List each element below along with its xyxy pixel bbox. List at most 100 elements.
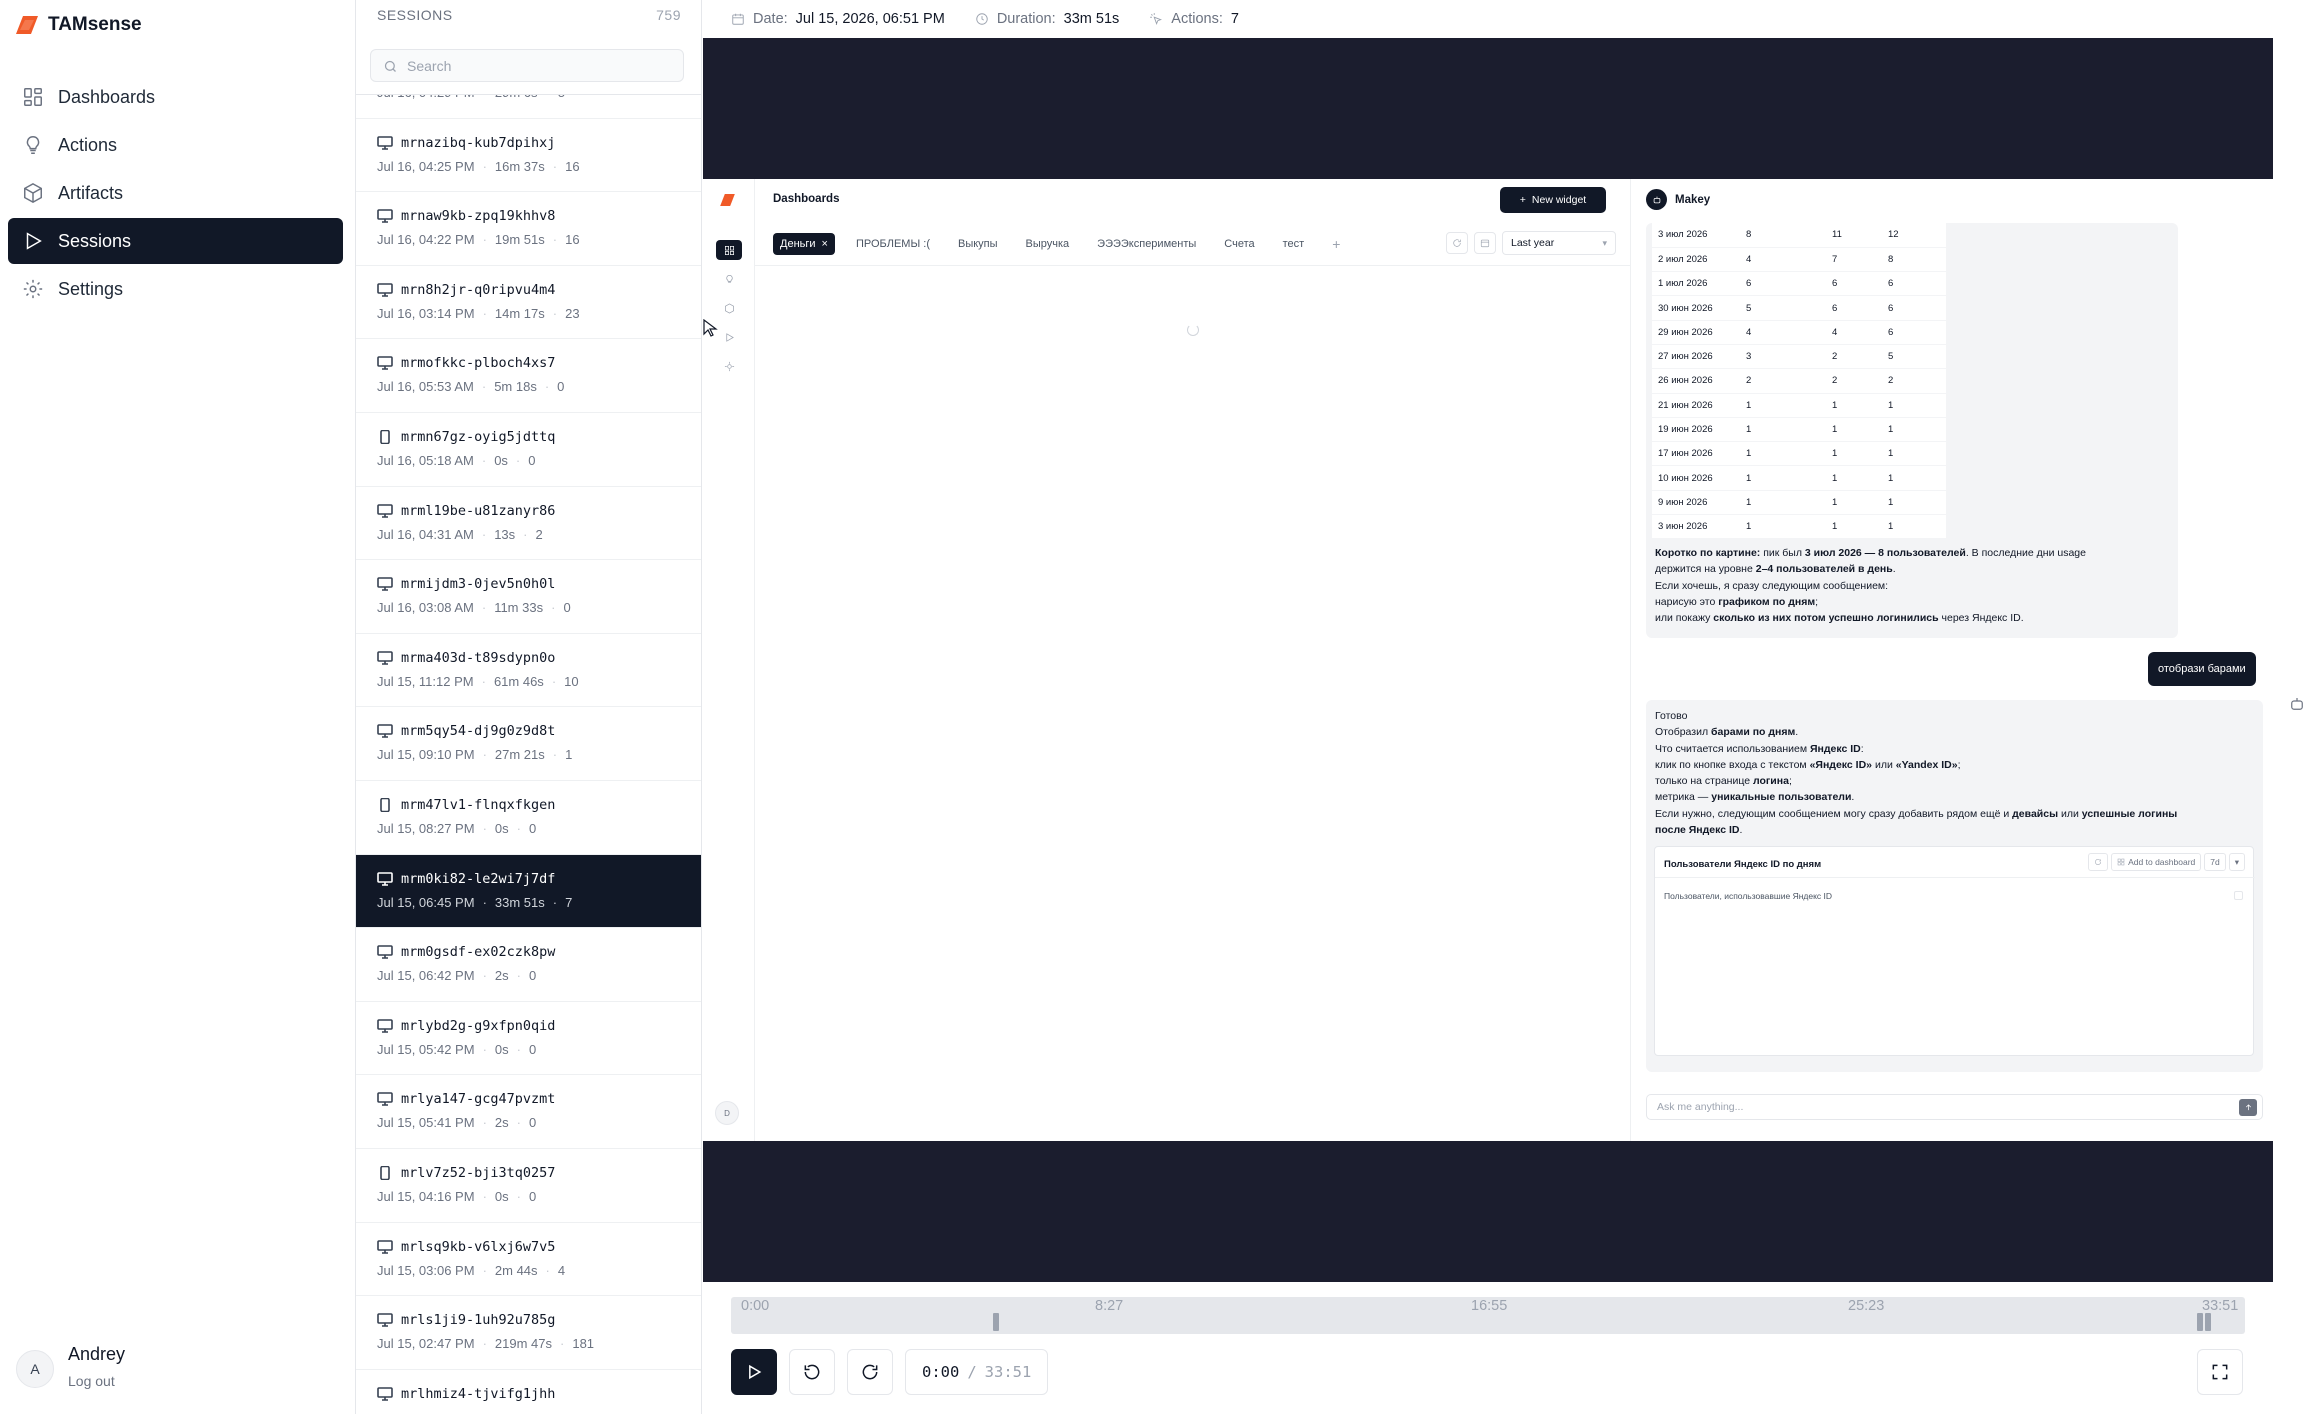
replay-player[interactable]: D Dashboards + New widget Деньги × ПРОБЛЕ… [703,38,2273,1282]
table-spacer [1946,320,2168,345]
session-row[interactable]: mrml19be-u81zanyr86 Jul 16, 04:31 AM · 13s ·… [356,487,701,561]
tab-revenue: Выручка [1025,238,1070,250]
new-widget-label: New widget [1531,194,1587,206]
text: . [1851,791,1855,804]
text: ; [1815,595,1819,608]
play-button[interactable] [731,1349,777,1395]
table-cell: 4 [1740,320,1826,345]
separator-dot: · [481,673,486,689]
session-row[interactable]: mrlhmiz4-tjvifg1jhh [356,1370,701,1414]
action-marker[interactable] [993,1313,999,1331]
text-bold: барами по дням [1711,726,1796,739]
session-row[interactable]: mrlsq9kb-v6lxj6w7v5 Jul 15, 03:06 PM · 2m 4… [356,1223,701,1297]
session-row[interactable]: mrmofkkc-plboch4xs7 Jul 16, 05:53 AM · 5m 1… [356,339,701,413]
sessions-list: Jul 16, 04:29 PM · 29m 6s · 5 mrnazibq-kub7dp… [356,94,701,1414]
rewind-button[interactable] [789,1349,835,1395]
session-meta: Jul 15, 04:16 PM · 0s · 0 [377,1189,682,1204]
fullscreen-button[interactable] [2197,1349,2243,1395]
table-row: 9 июн 2026 1 1 1 [1652,490,2168,516]
session-id-text: mrlya147-gcg47pvzmt [401,1091,556,1108]
timeline-scrubber[interactable]: 0:00 8:27 16:55 25:23 33:51 [731,1297,2245,1334]
session-meta: Jul 15, 06:45 PM · 33m 51s · 7 [377,895,682,910]
chat-input: Ask me anything... [1646,1094,2263,1120]
text-bold: успешные логины [2081,807,2178,820]
session-date: Jul 16, 04:31 AM [377,526,474,542]
table-cell: 1 [1826,417,1882,443]
table-cell: 12 [1882,223,1946,248]
session-date: Jul 15, 06:45 PM [377,894,475,910]
search-input[interactable] [407,57,683,74]
session-id: mrnaw9kb-zpq19khhv8 [377,206,682,226]
avatar: D [715,1101,739,1125]
reply-line: Если нужно, следующим сообщением могу ср… [1655,806,2177,822]
lightbulb-icon [26,136,40,154]
session-row[interactable]: mrlya147-gcg47pvzmt Jul 15, 05:41 PM · 2s · 0 [356,1075,701,1149]
separator-dot: · [482,1262,487,1278]
session-row[interactable]: mrm0ki82-le2wi7j7df Jul 15, 06:45 PM · 33m … [356,854,701,929]
session-date: Jul 16, 04:25 PM [377,158,475,174]
chevron-down-icon: ▾ [1602,237,1607,248]
avatar[interactable]: A [16,1350,54,1388]
session-row[interactable]: mrm0gsdf-ex02czk8pw Jul 15, 06:42 PM · 2s · 0 [356,928,701,1002]
nav-item-sessions[interactable]: Sessions [8,218,343,264]
session-actions: 5 [558,95,565,100]
session-meta: Jul 15, 03:06 PM · 2m 44s · 4 [377,1263,682,1278]
session-row[interactable]: mrlybd2g-g9xfpn0qid Jul 15, 05:42 PM · 0s · 0 [356,1002,701,1076]
session-date: Jul 15, 03:06 PM [377,1262,475,1278]
action-marker[interactable] [2197,1313,2203,1331]
text-bold: логина [1752,775,1789,788]
session-meta: Jul 15, 05:41 PM · 2s · 0 [377,1115,682,1130]
sessions-panel: SESSIONS 759 Jul 16, 04:29 PM · 29m 6s · 5 mr… [356,0,702,1414]
session-row[interactable]: mrm5qy54-dj9g0z9d8t Jul 15, 09:10 PM · 27m … [356,707,701,781]
brand[interactable]: TAMsense [16,14,142,36]
nav-item-label: Actions [58,134,118,155]
nav-item-dashboards[interactable]: Dashboards [8,74,343,120]
separator-dot: · [552,232,558,248]
session-duration: 29m 6s [495,95,538,100]
session-row[interactable]: mrma403d-t89sdypn0o Jul 15, 11:12 PM · 61m … [356,634,701,708]
dashboard-icon [2117,858,2125,866]
table-spacer [1946,441,2168,467]
text: . В последние дни usage [1965,547,2086,559]
session-id: mrmn67gz-oyig5jdttq [377,427,682,447]
calendar-icon [732,13,744,25]
session-row[interactable]: mrlv7z52-bji3tq0257 Jul 15, 04:16 PM · 0s · 0 [356,1149,701,1223]
monitor-icon [377,1386,393,1401]
session-row[interactable]: mrmijdm3-0jev5n0h0l Jul 16, 03:08 AM · 11m … [356,560,701,634]
reply-line: Готово [1655,710,1688,722]
text: . [1795,726,1799,739]
separator-dot: · [482,305,487,321]
table-spacer [1946,417,2168,443]
add-to-dashboard-label: Add to dashboard [2128,857,2196,867]
session-row[interactable]: mrnazibq-kub7dpihxj Jul 16, 04:25 PM · 16m … [356,119,701,193]
nav-item-settings[interactable]: Settings [8,266,343,312]
session-row[interactable]: mrm47lv1-flnqxfkgen Jul 15, 08:27 PM · 0s · 0 [356,781,701,855]
separator-dot: · [482,1115,487,1131]
table-cell: 1 [1882,465,1946,491]
separator-dot: · [481,600,487,616]
session-row[interactable]: mrmn67gz-oyig5jdttq Jul 16, 05:18 AM · 0s · 0 [356,413,701,487]
nav-item-artifacts[interactable]: Artifacts [8,170,343,216]
play-icon [749,1364,762,1380]
bot-icon[interactable] [2288,695,2306,713]
search-box [370,49,684,82]
nav-item-actions[interactable]: Actions [8,122,343,168]
session-row[interactable]: mrls1ji9-1uh92u785g Jul 15, 02:47 PM · 219m… [356,1296,701,1370]
session-row[interactable]: mrnaw9kb-zpq19khhv8 Jul 16, 04:22 PM · 19m … [356,192,701,266]
table-cell: 2 [1740,368,1826,394]
text: Если нужно, следующим сообщением могу ср… [1655,807,2013,820]
action-marker[interactable] [2205,1313,2211,1331]
monitor-icon [377,871,393,886]
table-cell: 1 [1882,417,1946,443]
table-cell: 2 [1882,368,1946,394]
table-cell: 1 [1740,465,1826,491]
session-row[interactable]: Jul 16, 04:29 PM · 29m 6s · 5 [356,95,701,119]
chart-card-tools: Add to dashboard 7d ▾ [2088,853,2245,871]
forward-button[interactable] [847,1349,893,1395]
logout-link[interactable]: Log out [68,1373,125,1389]
separator-dot: · [544,379,550,395]
session-row[interactable]: mrn8h2jr-q0ripvu4m4 Jul 16, 03:14 PM · 14m … [356,266,701,340]
user-name: Andrey [68,1344,126,1364]
table-cell: 1 [1882,393,1946,418]
phone-icon [380,797,390,812]
